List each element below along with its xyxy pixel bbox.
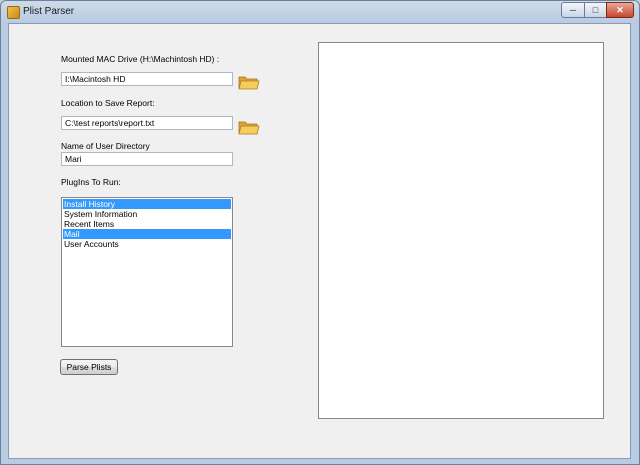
- plugins-label: PlugIns To Run:: [61, 177, 121, 187]
- maximize-button[interactable]: □: [584, 2, 607, 18]
- parse-plists-button[interactable]: Parse Plists: [60, 359, 118, 375]
- save-report-browse-button[interactable]: [238, 119, 260, 135]
- close-icon: ✕: [616, 4, 624, 15]
- output-panel[interactable]: [318, 42, 604, 419]
- folder-icon: [238, 121, 260, 135]
- list-item[interactable]: Recent Items: [63, 219, 231, 229]
- save-report-label: Location to Save Report:: [61, 98, 155, 108]
- folder-icon: [238, 76, 260, 90]
- user-directory-input[interactable]: Mari: [61, 152, 233, 166]
- title-bar[interactable]: Plist Parser ─ □ ✕: [1, 1, 639, 23]
- mounted-drive-label: Mounted MAC Drive (H:\Machintosh HD) :: [61, 54, 220, 64]
- minimize-icon: ─: [569, 5, 577, 15]
- user-directory-label: Name of User Directory: [61, 141, 150, 151]
- plugins-listbox[interactable]: Install History System Information Recen…: [61, 197, 233, 347]
- maximize-icon: □: [592, 5, 599, 15]
- main-window: Plist Parser ─ □ ✕ Mounted MAC Drive (H:…: [0, 0, 640, 465]
- mounted-drive-input[interactable]: I:\Macintosh HD: [61, 72, 233, 86]
- close-button[interactable]: ✕: [606, 2, 634, 18]
- minimize-button[interactable]: ─: [561, 2, 585, 18]
- list-item[interactable]: Install History: [63, 199, 231, 209]
- list-item[interactable]: Mail: [63, 229, 231, 239]
- window-title: Plist Parser: [23, 6, 75, 17]
- mounted-drive-browse-button[interactable]: [238, 74, 260, 90]
- form-client-area: Mounted MAC Drive (H:\Machintosh HD) : I…: [8, 23, 631, 459]
- list-item[interactable]: System Information: [63, 209, 231, 219]
- app-icon: [7, 6, 20, 19]
- save-report-input[interactable]: C:\test reports\report.txt: [61, 116, 233, 130]
- list-item[interactable]: User Accounts: [63, 239, 231, 249]
